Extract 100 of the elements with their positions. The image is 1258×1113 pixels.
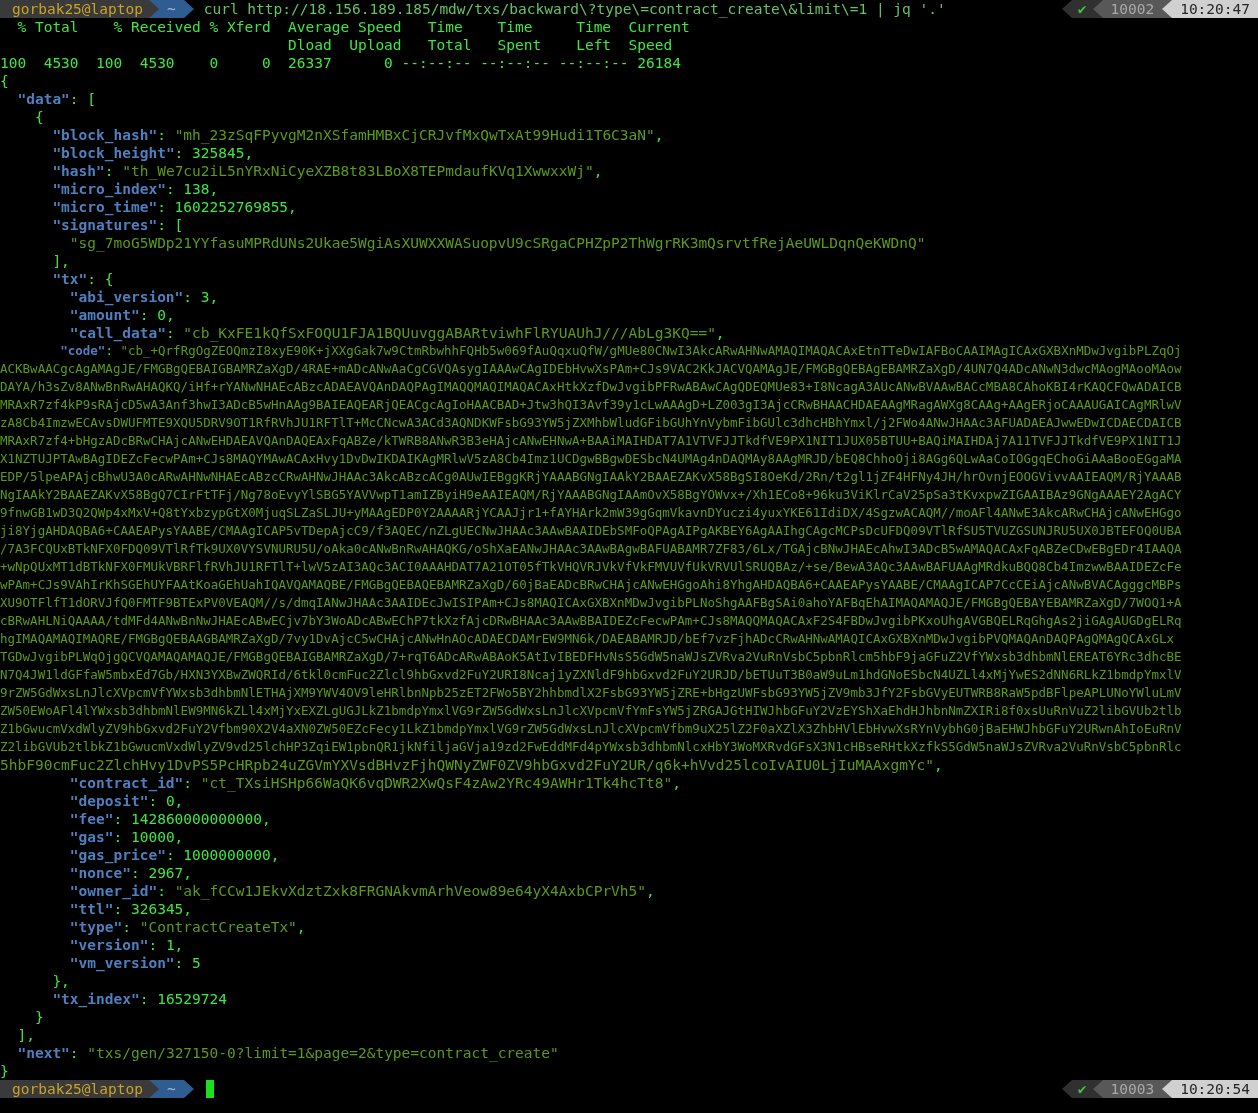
json-string: DAYA/h3sZv8ANwBnRwAHAQKQ/iHf+rYANwNHAEcABzcADAEAVQAnDAQPAgIMAQQMAQIMAQACAxHtkXzfDwJvgibPFRwABAwCAgQDEQMUe83+I8NcagA3AUcANwBVAAwBACcMBA8CAhoKBI4rKAQCFQwADAICB [0, 378, 1182, 396]
terminal-text: : [ [157, 216, 184, 234]
json-string: "sg_7moG5WDp21YYfasuMPRdUNs2Ukae5WgiAsXUWXXWASuopvU9cSRgaCPHZpP2ThWgrRK3mQsrvtfRejAeUWLDqnQeKWDnQ" [69, 234, 926, 252]
terminal-text: : 10000, [113, 828, 184, 846]
json-key: "contract_id" [69, 774, 184, 792]
json-string: ACKBwAACgcAgAMAgJE/FMGBgQEBAIGBAMRZaXgD/4RAE+mADcANwAaCgCGVQAsygIAAAwCAgIDEbHvwXsPAm+CJs9VAC2KkJACVQAMAgJE/FMGBgQEBAgEBAMRZaXgD/4UN7Q4ADcANwN3dwcMAogMAooMAow [0, 360, 1182, 378]
terminal-text: : 1000000000, [165, 846, 280, 864]
terminal-text: , [672, 774, 681, 792]
json-key: "tx" [52, 270, 88, 288]
json-string: "cb_+QrfRgOgZEOQmzI8xyE90K+jXXgGak7w9CtmRbwhhFQHb5w069fAuQqxuQfW/gMUe80CNwI3AkcARwAHNwAMAQIMAQACAxEtnTTeDwIAFBoCAAIMAgICAxGXBXnMDwJvgibPLZqOj [120, 342, 1182, 360]
terminal-text: : { [87, 270, 114, 288]
json-key: "micro_time" [52, 198, 158, 216]
terminal-text: : 138, [165, 180, 219, 198]
command-text: curl http://18.156.189.185/mdw/txs/backward\?type\=contract_create\&limit\=1 | jq '.' [203, 0, 946, 18]
terminal-text: : 1, [148, 936, 184, 954]
terminal-text: : [105, 342, 114, 360]
json-key: "amount" [69, 306, 140, 324]
separator-arrow-icon [183, 0, 194, 18]
terminal-text: ], [17, 1026, 35, 1044]
json-key: "call_data" [69, 324, 166, 342]
json-key: "ttl" [69, 900, 114, 918]
json-string: TGDwJvgibPLWqOjgQCVQAMAQAMAQJE/FMGBgQEBAIGBAMRZaXgD/7+rqT6ADcARwABAoK5AtIvIBEDFHvNsS5GdW5naWJsZVRva2VuRnVsbC5pbnRlcm5hbF9jaGFuZ2VfYWxsb3dhbmNlEREAT6YRc3dhcBE [0, 648, 1182, 666]
json-key: "fee" [69, 810, 114, 828]
json-string: +wNpQUxMT1dBTkNFX0FMUkVBRFlfRVhJU1RFTlT+lwV5zAI3AQc3ACI0AAAHDAT7A21OT05fTkVHQVRJVkVfVkFMVUVfUkVRVUlSRUQBAz/+se/BewA3AQc3AAwBAFUAAgMRdkuBQQ8Cb4ImzwwBAAIDEZcFe [0, 558, 1182, 576]
json-key: "signatures" [52, 216, 158, 234]
json-key: "block_hash" [52, 126, 158, 144]
terminal-text: : 5 [174, 954, 201, 972]
json-key: "deposit" [69, 792, 149, 810]
json-key: "version" [69, 936, 149, 954]
terminal-text: : [69, 1044, 80, 1062]
json-string: /7A3FCQUxBTkNFX0FDQ09VTlRfTk9UX0VYSVNURU5U/oAka0cANwBnRwAHAQKG/oShXaEANwJHAAc3AAwBAgwBAFUABAMR7ZF83/6Lx/TGAjcBNwJHAEcAhwI3ADcB5wAMAQACAxFqABZeCDwEBgEDr4IAAQA [0, 540, 1182, 558]
terminal-text: : 325845, [174, 144, 254, 162]
json-key: "data" [17, 90, 70, 108]
json-string: "ContractCreateTx" [139, 918, 297, 936]
terminal-text: : 16529724 [139, 990, 227, 1008]
terminal-text: ], [52, 252, 70, 270]
terminal-text: { [34, 108, 44, 126]
terminal-text: } [0, 1062, 9, 1080]
json-string: "cb_KxFE1kQfSxFOQU1FJA1BQUuvggABARtviwhFlRYUAUhJ///AbLg3KQ==" [183, 324, 716, 342]
json-key: "micro_index" [52, 180, 166, 198]
json-string: hgIMAQAMAQIMAQRE/FMGBgQEBAAGBAMRZaXgD/7vy1DvAjcC5wCHAjcANwHnAOcADAECDAMrEW9MN6k/DAEABAMRJD/bEf7vzFjhADcCRwAHNwAMAQICAxGXBXnMDwJvgibPVQMAQAnDAQPAgQMAgQCAxGLx [0, 630, 1174, 648]
json-string: "mh_23zSqFPyvgM2nXSfamHMBxCjCRJvfMxQwTxAt99Hudi1T6C3aN" [174, 126, 655, 144]
separator-arrow-icon [183, 1080, 194, 1098]
json-string: "txs/gen/327150-0?limit=1&page=2&type=contract_create" [87, 1044, 559, 1062]
json-string: MRAxR7zf4+bHgzADcBRwCHAjcANwEHDAEAVQAnDAQEAxFqABZe/kTWRB8ANwR3B3eHAjcANwEHNwA+BAAiMAIHDAT7A1VTVFJJTkdfVE9PX1NIT1JUX05BTUU+BAQiMAIHDAj7A11TVFJJTkdfVE9PX1NIT1J [0, 432, 1182, 450]
json-key: "hash" [52, 162, 105, 180]
terminal-text: : 326345, [113, 900, 193, 918]
json-string: N7Q4JW1ldGFfaW5mbxEd7Gb/HXN3YXBwZWQRId/6tkl0cmFuc2Zlcl9hbGxvd2FuY2URI8Ncaj1yZXNldF9hbGxvd2FuY2URJD/bETUuT3B0aW9uLm1hdGNoESbcN4UZLl4xMjYwES2dNN6RLkZ1bmdpYmxlV [0, 666, 1182, 684]
json-string: ji8YjgAHDAQBA6+CAAEAPysYAABE/CMAAgICAP5vTDepAjcC9/f3AQEC/nZLgUECNwJHAAc3AAwBAAIDEbSMFoQPAgAIPgAKBEY6AgAAIhgCAgcMCPsDcUFDQ09VTlRfSU5TVUZGSUNJRU5UX0JBTEFOQ0UBA [0, 522, 1182, 540]
json-string: ZW50EWoAFl4lYWxsb3dhbmNlEW9MN6kZLl4xMjYxEXZLgUGJLkZ1bmdpYmxlVG9rZW5GdWxsLnJlcXVpcmVfYmFsYW5jZRGAJGtHIWJhbGFuY2VzEYShXaEhdHJhbnNmZXIRi8f0xsUuRnVuZ2libGVUb2tlb [0, 702, 1182, 720]
json-string: X1NZTUJPTAwBAgIDEZcFecwPAm+CJs8MAQYMAwACAxHvy1DvDwIKDAIKAgMRlwV5zA8Cb4Imz1UCDgwBBgwDESbcN4UMAg4nDAQMAy8AAgMRJD/bEQ8ChhoOji8AGg6QLwAaCoIOGgqEChoGiAAaBooEGgaMA [0, 450, 1182, 468]
json-key: "gas" [69, 828, 114, 846]
json-key: "gas_price" [69, 846, 166, 864]
json-key: "block_height" [52, 144, 175, 162]
json-string: EDP/5lpeAPAjcBhwU3A0cARwAHNwNHAEcABzcCRwAHNwJHAAc3AkcABzcACg0AUwIEBggKRjYAAABGNgIAAkY2BAAEZAKvX58BgSI8OeKd/2Rn/t2gl1jZF4HFNy4JH/hrOvnjEOOGVivvAAIEAQM/RjYAAAB [0, 468, 1182, 486]
terminal-text: : 142860000000000, [113, 810, 271, 828]
json-string: 5hbF90cmFuc2ZlchHvy1DvPS5PcHRpb24uZGVmYXVsdBHvzFjhQWNyZWF0ZV9hbGxvd2FuY2UR/q6k+hVvd25lcoIvAIU0LjIuMAAxgmYc" [0, 756, 935, 774]
json-key: "type" [69, 918, 123, 936]
terminal-text: , [715, 324, 725, 342]
json-string: NgIAAkY2BAAEZAKvX58BgQ7CIrFtTFj/Ng78oEvyYlSBG5YAVVwpT1amIZByiH9eAAIEAQM/RjYAAABGNgIAAmOvX58BgYOWvx+/Xh1ECo8+96ku3ViKlrCaV25pSa3tKvxpwZIGAAIBAz9GNgAAAEY2AgACY [0, 486, 1182, 504]
json-key: "tx_index" [52, 990, 140, 1008]
json-string: cBRwAHLNiQAAAA/tdMFd4ANwBnNwJHAEcABwECjv7bY3WoADcABwEChP7tkXzfAjcDRwBHAAc3AAwBBAIDEZcFecwPAm+CJs8MAQQMAQACAxF2S4FBDwJvgibPKxoUhgAVGBQELRqGhgAs2jiGAgAUGDgELRq [0, 612, 1182, 630]
terminal-text: : [165, 324, 176, 342]
separator-arrow-icon [1061, 0, 1072, 18]
terminal-text: } [34, 1008, 44, 1026]
terminal-text: : [104, 162, 115, 180]
json-string: XU9OTFlfT1dORVJfQ0FMTF9BTExPV0VEAQM//s/dmqIANwJHAAc3AAIDEcJwISIPAm+CJs8MAQICAxGXBXnMDwJvgibPLNoShgAAFBgSAi0ahoYAFBqEhAIMAQAMAQJE/FMGBgQEBAYEBAMRZaXgD/7WOQ1+A [0, 594, 1182, 612]
json-string: MRAxR7zf4kP9sRAjcD5wA3Anf3hwI3ADcB5wHnAAg9BAIEAQEARjQEACgcAgIoHAACBAD+Jtw3hQI3Avf39y1cLwAAAgD+LZ003gI3AjcCRwBHAACHDAEAAgMRagAWXg8CAAg+AAgERjoCAAAUGAICAgMRlwV [0, 396, 1182, 414]
json-string: 9rZW5GdWxsLnJlcXVpcmVfYWxsb3dhbmNlETHAjXM9YWV4OV9leHRlbnNpb25zET2FWo5BY2hhbmdlX2FsbG93YW5jZRE+bHgzUWFsbG93YW5jZV9mb3JfY2FsbGVyEUTWRB8RaW5pdBFlpeAPLUNoYWluLmV [0, 684, 1182, 702]
json-string: Z2libGVUb2tlbkZ1bGwucmVxdWlyZV9vd25lchHP3ZqiEW1pbnQR1jkNfiljaGVja19zd2FwEddMFd4pYWxsb3dhbmNlcxHbY3WoMXRvdGFsX3N1cHBseRHtkXzfkS5GdW5naWJsZVRva2VuRnVsbC5pbnRlc [0, 738, 1182, 756]
terminal-text: , [654, 126, 664, 144]
json-key: "nonce" [69, 864, 131, 882]
terminal-text: }, [52, 972, 70, 990]
terminal-text: { [0, 72, 9, 90]
json-key: "owner_id" [69, 882, 158, 900]
terminal-text: : [157, 882, 167, 900]
terminal-text: : 0, [139, 306, 175, 324]
terminal-text: , [593, 162, 603, 180]
terminal-text: , [296, 918, 306, 936]
json-string: Z1bGwucmVxdWlyZV9hbGxvd2FuY2Vfbm90X2V4aXN0ZW50EZcFecy1LkZ1bmdpYmxlVG9rZW5GdWxsLnJlcXVpcmVfbm9uX25lZ2F0aXZlX3ZhbHVlEbHvwXsRYnVybhG0jBaEHWJhbGFuY2URwnAhIoEuRnV [0, 720, 1182, 738]
terminal-text: , [646, 882, 655, 900]
terminal-text: : 2967, [130, 864, 193, 882]
json-string: "ct_TXsiHSHp66WaQK6vqDWR2XwQsF4zAw2YRc49AWHr1Tk4hcTt8" [200, 774, 673, 792]
json-key: "vm_version" [69, 954, 175, 972]
json-string: "ak_fCCw1JEkvXdztZxk8FRGNAkvmArhVeow89e64yX4AxbCPrVh5" [174, 882, 647, 900]
separator-arrow-icon [1061, 1080, 1072, 1098]
json-key: "abi_version" [69, 288, 184, 306]
terminal-text: , [934, 756, 943, 774]
terminal-text: : 1602252769855, [157, 198, 297, 216]
terminal-text: : [ [69, 90, 97, 108]
terminal-text: 100 4530 100 4530 0 0 26337 0 --:--:-- --:--:-- --:--:-- 26184 [0, 54, 681, 72]
terminal-text: Dload Upload Total Spent Left Speed [288, 36, 673, 54]
terminal-text: : 3, [183, 288, 219, 306]
json-string: zA8Cb4ImzwECAvsDWUFMTE9XQU5DRV9OT1RfRVhJU1RFTlT+McCNcwA3ACd3AQNDKWFsbG93YW5jZXMhbWludGFibGUhYnVybmFibGUlc3dhcHBhYmxl/j2FWo4ANwJHAAc3AFUADAEAJwwEDwICDAECDAICB [0, 414, 1182, 432]
terminal-text: : 0, [148, 792, 184, 810]
json-string: 9fnwGB1wD3Q2QWp4xMxV+Q8tYxbzypGtX0MjuqSLZaSLJU+yMAAgEDP0Y2AAAARjYCAAJjr1+fAYHArk2mW39gGqmVkavnDYuczi4yuxYKE61IdiDX/4SgzwACAQM//moAFl4ANwE3AkcARwCHAjcANwEHGgo [0, 504, 1182, 522]
terminal-text: : [157, 126, 167, 144]
json-string: "th_We7cu2iL5nYRxNiCyeXZB8t83LBoX8TEPmdaufKVq1XwwxxWj" [122, 162, 594, 180]
terminal-text: % Total % Received % Xferd Average Speed Time Time Time Current [17, 18, 690, 36]
terminal-text: : [183, 774, 194, 792]
